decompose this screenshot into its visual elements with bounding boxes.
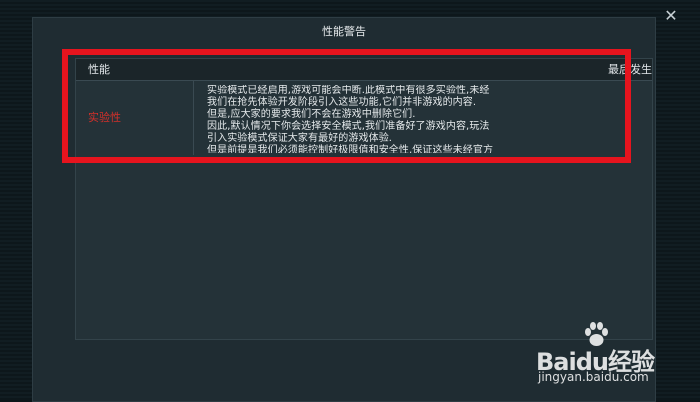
description-line: 但是前提是我们必须能控制好极限值和安全性,保证这些未经官方 — [207, 145, 494, 153]
column-header-performance[interactable]: 性能 — [88, 59, 110, 80]
dialog-title: 性能警告 — [322, 25, 366, 38]
column-header-last-occurrence[interactable]: 最后发生 — [608, 59, 652, 80]
description-line: 引入实验模式保证大家有最好的游戏体验. — [207, 133, 393, 144]
description-line: 因此,默认情况下你会选择安全模式,我们准备好了游戏内容,玩法 — [207, 121, 490, 132]
description-line: 我们在抢先体验开发阶段引入这些功能,它们并非游戏的内容. — [207, 97, 477, 108]
row-description: 实验模式已经启用,游戏可能会中断.此模式中有很多实验性,未经 我们在抢先体验开发… — [207, 85, 531, 153]
table-header: 性能 最后发生 — [76, 59, 652, 81]
performance-table: 性能 最后发生 实验性 实验模式已经启用,游戏可能会中断.此模式中有很多实验性,… — [75, 58, 653, 340]
description-line: 实验模式已经启用,游戏可能会中断.此模式中有很多实验性,未经 — [207, 85, 490, 96]
watermark: Baidu经验 jingyan.baidu.com — [536, 322, 686, 386]
description-line: 但是,应大家的要求我们不会在游戏中删除它们. — [207, 109, 416, 120]
watermark-site: jingyan.baidu.com — [538, 370, 649, 384]
close-icon[interactable]: ✕ — [662, 7, 680, 25]
table-row[interactable]: 实验性 实验模式已经启用,游戏可能会中断.此模式中有很多实验性,未经 我们在抢先… — [76, 81, 652, 155]
row-name: 实验性 — [76, 81, 194, 155]
